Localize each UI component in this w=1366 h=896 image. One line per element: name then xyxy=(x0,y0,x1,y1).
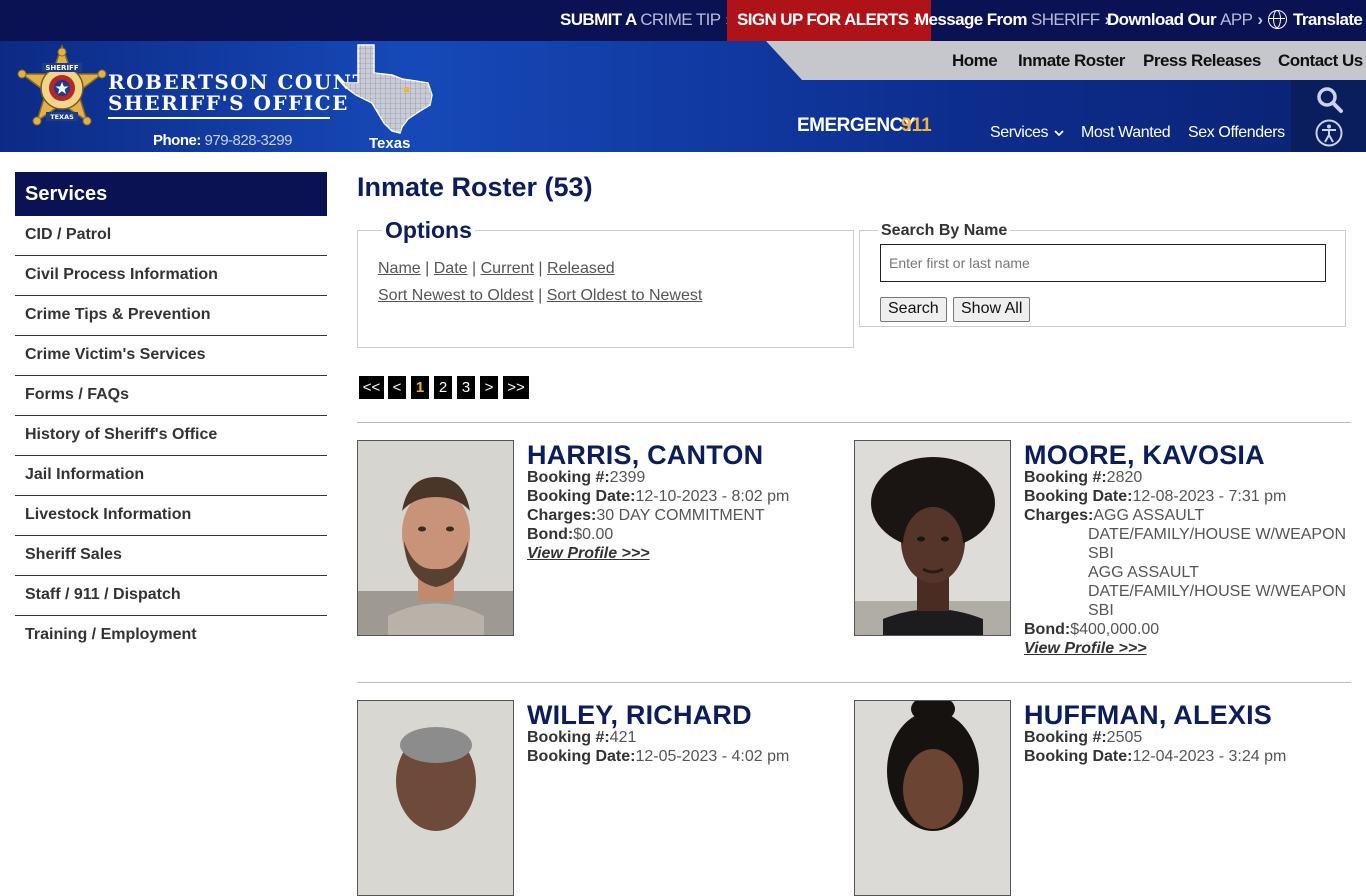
charge-line: AGG ASSAULT xyxy=(1088,564,1199,581)
inmate-photo[interactable] xyxy=(854,700,1011,896)
inmate-name: WILEY, RICHARD xyxy=(527,700,752,730)
submit-crime-tip-link[interactable]: SUBMIT A CRIME TIP› xyxy=(560,0,731,41)
sidebar-item-livestock[interactable]: Livestock Information xyxy=(15,496,327,536)
sidebar-item-jail-info[interactable]: Jail Information xyxy=(15,456,327,496)
inmate-name: HARRIS, CANTON xyxy=(527,440,764,470)
phone-number[interactable]: Phone: 979-828-3299 xyxy=(153,132,292,149)
sort-newest-link[interactable]: Sort Newest to Oldest xyxy=(378,287,534,304)
options-legend: Options xyxy=(382,217,475,244)
charge-line: DATE/FAMILY/HOUSE W/WEAPON xyxy=(1088,526,1347,543)
services-sidebar: Services CID / Patrol Civil Process Info… xyxy=(15,172,327,656)
sidebar-item-crime-tips[interactable]: Crime Tips & Prevention xyxy=(15,296,327,336)
emergency-number[interactable]: 911 xyxy=(901,115,932,137)
inmate-photo[interactable] xyxy=(357,700,514,896)
divider xyxy=(357,682,1351,683)
filter-current-link[interactable]: Current xyxy=(481,260,534,277)
sort-oldest-link[interactable]: Sort Oldest to Newest xyxy=(547,287,703,304)
search-button[interactable]: Search xyxy=(880,297,947,322)
charge-line: SBI xyxy=(1088,602,1114,619)
search-icon[interactable] xyxy=(1316,86,1344,114)
svg-text:SHERIFF: SHERIFF xyxy=(45,64,78,72)
booking-number: Booking #:2399 xyxy=(527,469,646,486)
page-2-button[interactable]: 2 xyxy=(434,376,452,399)
sidebar-item-civil-process[interactable]: Civil Process Information xyxy=(15,256,327,296)
site-title-line2: SHERIFF'S OFFICE xyxy=(108,91,349,115)
page-3-button[interactable]: 3 xyxy=(457,376,475,399)
bond: Bond:$0.00 xyxy=(527,526,614,543)
show-all-button[interactable]: Show All xyxy=(953,297,1031,322)
search-panel: Search By Name Search Show All xyxy=(859,222,1346,327)
divider xyxy=(357,422,1351,423)
sidebar-item-sheriff-sales[interactable]: Sheriff Sales xyxy=(15,536,327,576)
booking-number: Booking #:2820 xyxy=(1024,469,1143,486)
sign-up-alerts-link[interactable]: SIGN UP FOR ALERTS › xyxy=(727,0,931,41)
page-next-button[interactable]: > xyxy=(480,376,498,399)
nav-inmate-roster[interactable]: Inmate Roster xyxy=(1018,41,1125,80)
sidebar-item-history[interactable]: History of Sheriff's Office xyxy=(15,416,327,456)
nav-press-releases[interactable]: Press Releases xyxy=(1143,41,1261,80)
sort-order-links: Sort Newest to Oldest | Sort Oldest to N… xyxy=(378,287,703,304)
emergency-label: EMERGENCY xyxy=(797,115,915,136)
sidebar-item-crime-victims[interactable]: Crime Victim's Services xyxy=(15,336,327,376)
booking-date: Booking Date:12-04-2023 - 3:24 pm xyxy=(1024,748,1287,765)
nav-contact-us[interactable]: Contact Us xyxy=(1278,41,1363,80)
sort-by-name-link[interactable]: Name xyxy=(378,260,421,277)
filter-released-link[interactable]: Released xyxy=(547,260,615,277)
globe-icon xyxy=(1268,10,1287,29)
chevron-right-icon: › xyxy=(1257,10,1263,29)
page-prev-button[interactable]: < xyxy=(388,376,406,399)
sidebar-item-staff-dispatch[interactable]: Staff / 911 / Dispatch xyxy=(15,576,327,616)
header-tools xyxy=(1291,80,1366,152)
search-legend: Search By Name xyxy=(878,222,1011,240)
page-1-button[interactable]: 1 xyxy=(411,376,429,399)
chevron-down-icon xyxy=(1054,130,1064,137)
sidebar-heading: Services xyxy=(15,172,327,216)
booking-date: Booking Date:12-10-2023 - 8:02 pm xyxy=(527,488,790,505)
page-title: Inmate Roster (53) xyxy=(357,172,593,202)
booking-number: Booking #:421 xyxy=(527,729,637,746)
inmate-photo[interactable] xyxy=(854,440,1011,636)
download-app-link[interactable]: Download Our APP › xyxy=(1107,0,1263,41)
bond: Bond:$400,000.00 xyxy=(1024,621,1160,638)
accessibility-icon[interactable] xyxy=(1315,119,1343,147)
view-profile-link[interactable]: View Profile >>> xyxy=(1024,640,1147,658)
options-panel: Options Name | Date | Current | Released… xyxy=(357,217,854,348)
booking-date: Booking Date:12-05-2023 - 4:02 pm xyxy=(527,748,790,765)
booking-number: Booking #:2505 xyxy=(1024,729,1143,746)
inmate-name: HUFFMAN, ALEXIS xyxy=(1024,700,1272,730)
charge-line: SBI xyxy=(1088,545,1114,562)
top-utility-bar: SUBMIT A CRIME TIP› SIGN UP FOR ALERTS› … xyxy=(0,0,1366,41)
title-underline xyxy=(108,117,330,119)
nav-services[interactable]: Services xyxy=(990,124,1064,142)
page-first-button[interactable]: << xyxy=(359,376,384,399)
texas-map-icon xyxy=(340,44,433,134)
texas-label: Texas xyxy=(369,135,411,152)
page-last-button[interactable]: >> xyxy=(503,376,529,399)
sort-filter-links: Name | Date | Current | Released xyxy=(378,260,615,277)
translate-button[interactable]: Translate xyxy=(1268,0,1363,41)
sidebar-item-forms-faqs[interactable]: Forms / FAQs xyxy=(15,376,327,416)
sidebar-item-training[interactable]: Training / Employment xyxy=(15,616,327,656)
nav-most-wanted[interactable]: Most Wanted xyxy=(1081,124,1171,142)
name-search-input[interactable] xyxy=(880,244,1326,282)
sidebar-item-cid-patrol[interactable]: CID / Patrol xyxy=(15,216,327,256)
charges: Charges:AGG ASSAULT xyxy=(1024,507,1205,524)
inmate-name: MOORE, KAVOSIA xyxy=(1024,440,1265,470)
nav-sex-offenders[interactable]: Sex Offenders xyxy=(1188,124,1285,142)
charges: Charges:30 DAY COMMITMENT xyxy=(527,507,765,524)
booking-date: Booking Date:12-08-2023 - 7:31 pm xyxy=(1024,488,1287,505)
inmate-photo[interactable] xyxy=(357,440,514,636)
charge-line: DATE/FAMILY/HOUSE W/WEAPON xyxy=(1088,583,1347,600)
nav-home[interactable]: Home xyxy=(952,41,998,80)
view-profile-link[interactable]: View Profile >>> xyxy=(527,545,650,563)
sort-by-date-link[interactable]: Date xyxy=(434,260,468,277)
sheriff-badge-logo[interactable]: SHERIFF TEXAS xyxy=(16,44,108,132)
svg-text:TEXAS: TEXAS xyxy=(50,113,74,121)
site-header: Home Inmate Roster Press Releases Contac… xyxy=(0,41,1366,152)
message-from-sheriff-link[interactable]: Message From SHERIFF › xyxy=(915,0,1110,41)
